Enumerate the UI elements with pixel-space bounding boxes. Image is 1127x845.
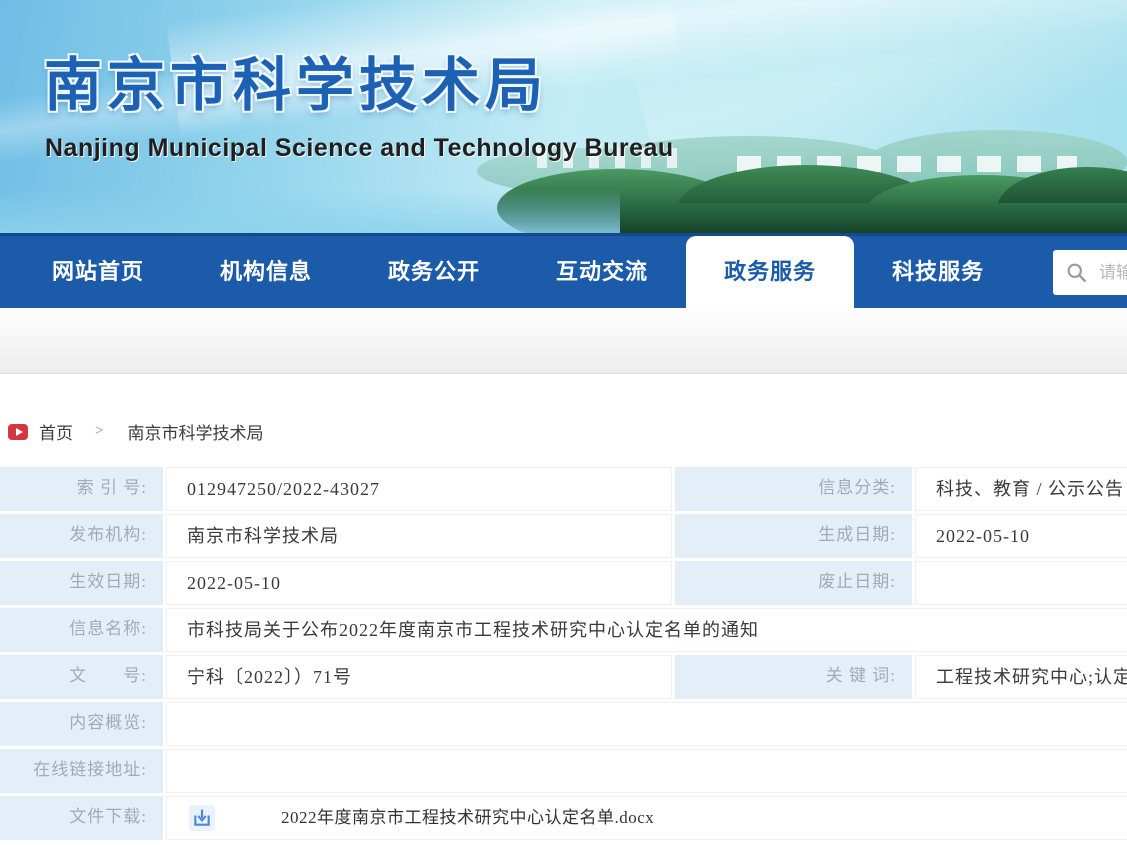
- table-row: 文件下载: 2022年度南京市工程技术研究中心认定名单.docx: [0, 796, 1127, 840]
- summary-value: [166, 702, 1127, 746]
- doc-number-label: 文 号:: [0, 655, 163, 699]
- breadcrumb-current: 南京市科学技术局: [127, 419, 263, 444]
- info-table: 索 引 号: 012947250/2022-43027 信息分类: 科技、教育 …: [0, 467, 1127, 840]
- table-row: 在线链接地址:: [0, 749, 1127, 793]
- index-number-value: 012947250/2022-43027: [166, 467, 672, 511]
- nav-item-gov-services[interactable]: 政务服务: [686, 236, 854, 308]
- download-icon[interactable]: [189, 805, 215, 831]
- breadcrumb-separator: >: [95, 423, 103, 440]
- site-subtitle: Nanjing Municipal Science and Technology…: [45, 134, 674, 163]
- keyword-value: 工程技术研究中心;认定: [915, 655, 1127, 699]
- table-row: 文 号: 宁科〔2022〕）71号 关 键 词: 工程技术研究中心;认定: [0, 655, 1127, 699]
- created-date-label: 生成日期:: [675, 514, 912, 558]
- online-link-value: [166, 749, 1127, 793]
- table-row: 发布机构: 南京市科学技术局 生成日期: 2022-05-10: [0, 514, 1127, 558]
- nav-item-home[interactable]: 网站首页: [14, 236, 182, 308]
- online-link-label: 在线链接地址:: [0, 749, 163, 793]
- download-file-link[interactable]: 2022年度南京市工程技术研究中心认定名单.docx: [281, 797, 654, 839]
- effective-date-label: 生效日期:: [0, 561, 163, 605]
- table-row: 信息名称: 市科技局关于公布2022年度南京市工程技术研究中心认定名单的通知: [0, 608, 1127, 652]
- search-icon: [1066, 262, 1087, 283]
- table-row: 生效日期: 2022-05-10 废止日期:: [0, 561, 1127, 605]
- nav-item-org-info[interactable]: 机构信息: [182, 236, 350, 308]
- home-play-icon: [8, 424, 28, 440]
- index-number-label: 索 引 号:: [0, 467, 163, 511]
- banner-water: [0, 189, 620, 233]
- site-title: 南京市科学技术局: [44, 38, 548, 122]
- keyword-label: 关 键 词:: [675, 655, 912, 699]
- search-input[interactable]: [1097, 262, 1127, 284]
- main-nav: 网站首页 机构信息 政务公开 互动交流 政务服务 科技服务: [0, 236, 1127, 308]
- repeal-date-value: [915, 561, 1127, 605]
- search-box[interactable]: [1053, 250, 1127, 295]
- info-category-label: 信息分类:: [675, 467, 912, 511]
- effective-date-value: 2022-05-10: [166, 561, 672, 605]
- file-download-label: 文件下载:: [0, 796, 163, 840]
- summary-label: 内容概览:: [0, 702, 163, 746]
- created-date-value: 2022-05-10: [915, 514, 1127, 558]
- info-name-value: 市科技局关于公布2022年度南京市工程技术研究中心认定名单的通知: [166, 608, 1127, 652]
- site-banner: 南京市科学技术局 Nanjing Municipal Science and T…: [0, 0, 1127, 236]
- publisher-value: 南京市科学技术局: [166, 514, 672, 558]
- info-category-value: 科技、教育 / 公示公告: [915, 467, 1127, 511]
- table-row: 内容概览:: [0, 702, 1127, 746]
- repeal-date-label: 废止日期:: [675, 561, 912, 605]
- page: 南京市科学技术局 Nanjing Municipal Science and T…: [0, 0, 1127, 845]
- info-name-label: 信息名称:: [0, 608, 163, 652]
- breadcrumb-home[interactable]: 首页: [39, 419, 73, 444]
- publisher-label: 发布机构:: [0, 514, 163, 558]
- nav-item-gov-disclosure[interactable]: 政务公开: [350, 236, 518, 308]
- file-download-cell: 2022年度南京市工程技术研究中心认定名单.docx: [166, 796, 1127, 840]
- table-row: 索 引 号: 012947250/2022-43027 信息分类: 科技、教育 …: [0, 467, 1127, 511]
- breadcrumb: 首页 > 南京市科学技术局: [8, 419, 263, 444]
- nav-item-tech-services[interactable]: 科技服务: [854, 236, 1022, 308]
- nav-item-interaction[interactable]: 互动交流: [518, 236, 686, 308]
- doc-number-value: 宁科〔2022〕）71号: [166, 655, 672, 699]
- subnav-strip: [0, 308, 1127, 374]
